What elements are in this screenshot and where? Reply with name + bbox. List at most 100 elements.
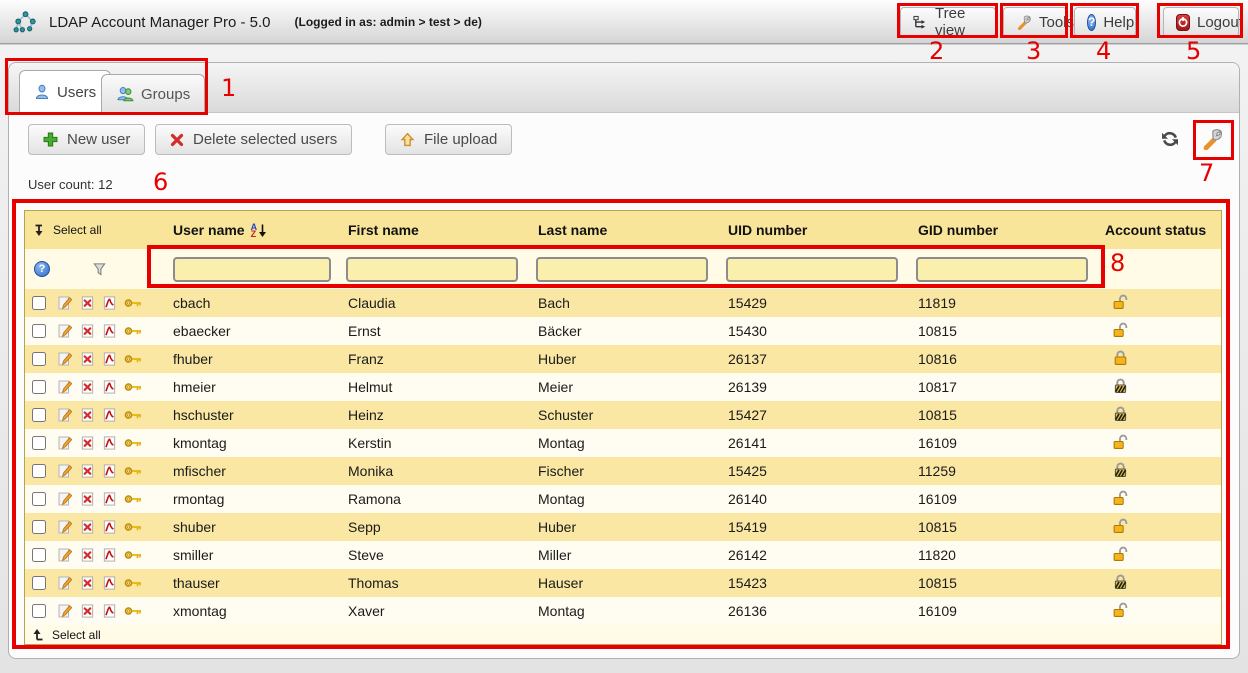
cell-gid-number[interactable]: 10815 xyxy=(916,519,1103,535)
cell-gid-number[interactable]: 11259 xyxy=(916,463,1103,479)
list-settings-wrench-icon[interactable] xyxy=(1201,127,1224,150)
pdf-export-icon[interactable] xyxy=(102,323,117,339)
password-key-icon[interactable] xyxy=(124,297,143,309)
row-checkbox[interactable] xyxy=(32,380,46,394)
edit-user-icon[interactable] xyxy=(57,575,73,591)
cell-user-name[interactable]: rmontag xyxy=(171,491,346,507)
pdf-export-icon[interactable] xyxy=(102,379,117,395)
row-checkbox[interactable] xyxy=(32,604,46,618)
file-upload-button[interactable]: File upload xyxy=(385,124,512,155)
tree-view-button[interactable]: Tree view xyxy=(900,7,996,37)
filter-input-last-name[interactable] xyxy=(536,257,708,282)
tools-button[interactable]: Tools xyxy=(1003,7,1067,37)
pdf-export-icon[interactable] xyxy=(102,435,117,451)
cell-gid-number[interactable]: 11820 xyxy=(916,547,1103,563)
cell-user-name[interactable]: cbach xyxy=(171,295,346,311)
row-checkbox[interactable] xyxy=(32,408,46,422)
cell-first-name[interactable]: Sepp xyxy=(346,519,536,535)
cell-gid-number[interactable]: 16109 xyxy=(916,435,1103,451)
cell-gid-number[interactable]: 10815 xyxy=(916,575,1103,591)
row-checkbox[interactable] xyxy=(32,464,46,478)
pdf-export-icon[interactable] xyxy=(102,575,117,591)
pdf-export-icon[interactable] xyxy=(102,491,117,507)
delete-selected-users-button[interactable]: Delete selected users xyxy=(155,124,352,155)
cell-last-name[interactable]: Bach xyxy=(536,295,726,311)
edit-user-icon[interactable] xyxy=(57,547,73,563)
edit-user-icon[interactable] xyxy=(57,463,73,479)
delete-user-icon[interactable] xyxy=(80,379,95,395)
cell-uid-number[interactable]: 26141 xyxy=(726,435,916,451)
cell-user-name[interactable]: xmontag xyxy=(171,603,346,619)
pdf-export-icon[interactable] xyxy=(102,463,117,479)
edit-user-icon[interactable] xyxy=(57,519,73,535)
cell-uid-number[interactable]: 26139 xyxy=(726,379,916,395)
delete-user-icon[interactable] xyxy=(80,603,95,619)
logout-button[interactable]: Logout xyxy=(1163,7,1239,37)
filter-input-uid-number[interactable] xyxy=(726,257,898,282)
cell-first-name[interactable]: Ramona xyxy=(346,491,536,507)
cell-gid-number[interactable]: 10817 xyxy=(916,379,1103,395)
tab-users[interactable]: Users xyxy=(19,70,111,113)
cell-last-name[interactable]: Meier xyxy=(536,379,726,395)
cell-gid-number[interactable]: 16109 xyxy=(916,603,1103,619)
sort-az-icon[interactable]: AZ xyxy=(251,224,268,238)
pdf-export-icon[interactable] xyxy=(102,547,117,563)
password-key-icon[interactable] xyxy=(124,437,143,449)
filter-funnel-icon[interactable] xyxy=(92,262,107,277)
cell-last-name[interactable]: Montag xyxy=(536,603,726,619)
cell-first-name[interactable]: Heinz xyxy=(346,407,536,423)
cell-uid-number[interactable]: 15419 xyxy=(726,519,916,535)
cell-user-name[interactable]: thauser xyxy=(171,575,346,591)
password-key-icon[interactable] xyxy=(124,521,143,533)
cell-user-name[interactable]: fhuber xyxy=(171,351,346,367)
password-key-icon[interactable] xyxy=(124,577,143,589)
row-checkbox[interactable] xyxy=(32,492,46,506)
filter-input-user-name[interactable] xyxy=(173,257,331,282)
pdf-export-icon[interactable] xyxy=(102,295,117,311)
edit-user-icon[interactable] xyxy=(57,407,73,423)
cell-uid-number[interactable]: 15425 xyxy=(726,463,916,479)
password-key-icon[interactable] xyxy=(124,465,143,477)
row-checkbox[interactable] xyxy=(32,548,46,562)
cell-first-name[interactable]: Helmut xyxy=(346,379,536,395)
cell-last-name[interactable]: Huber xyxy=(536,351,726,367)
filter-help-icon[interactable]: ? xyxy=(34,261,50,277)
delete-user-icon[interactable] xyxy=(80,435,95,451)
column-header-gid-number[interactable]: GID number xyxy=(916,222,1103,238)
cell-first-name[interactable]: Ernst xyxy=(346,323,536,339)
edit-user-icon[interactable] xyxy=(57,351,73,367)
cell-gid-number[interactable]: 11819 xyxy=(916,295,1103,311)
help-button[interactable]: ? Help xyxy=(1074,7,1136,37)
filter-input-gid-number[interactable] xyxy=(916,257,1088,282)
delete-user-icon[interactable] xyxy=(80,491,95,507)
cell-last-name[interactable]: Fischer xyxy=(536,463,726,479)
cell-first-name[interactable]: Monika xyxy=(346,463,536,479)
delete-user-icon[interactable] xyxy=(80,547,95,563)
row-checkbox[interactable] xyxy=(32,576,46,590)
filter-input-first-name[interactable] xyxy=(346,257,518,282)
cell-gid-number[interactable]: 10816 xyxy=(916,351,1103,367)
cell-uid-number[interactable]: 26136 xyxy=(726,603,916,619)
delete-user-icon[interactable] xyxy=(80,323,95,339)
select-all-bottom-button[interactable]: Select all xyxy=(25,625,1221,644)
tab-groups[interactable]: Groups xyxy=(101,74,205,113)
cell-last-name[interactable]: Miller xyxy=(536,547,726,563)
cell-uid-number[interactable]: 15430 xyxy=(726,323,916,339)
row-checkbox[interactable] xyxy=(32,324,46,338)
column-header-first-name[interactable]: First name xyxy=(346,222,536,238)
cell-user-name[interactable]: shuber xyxy=(171,519,346,535)
cell-first-name[interactable]: Thomas xyxy=(346,575,536,591)
cell-gid-number[interactable]: 10815 xyxy=(916,323,1103,339)
password-key-icon[interactable] xyxy=(124,409,143,421)
cell-last-name[interactable]: Huber xyxy=(536,519,726,535)
delete-user-icon[interactable] xyxy=(80,295,95,311)
pdf-export-icon[interactable] xyxy=(102,351,117,367)
password-key-icon[interactable] xyxy=(124,381,143,393)
cell-first-name[interactable]: Claudia xyxy=(346,295,536,311)
cell-gid-number[interactable]: 16109 xyxy=(916,491,1103,507)
cell-last-name[interactable]: Bäcker xyxy=(536,323,726,339)
cell-user-name[interactable]: kmontag xyxy=(171,435,346,451)
cell-uid-number[interactable]: 15423 xyxy=(726,575,916,591)
cell-uid-number[interactable]: 15429 xyxy=(726,295,916,311)
column-header-account-status[interactable]: Account status xyxy=(1103,222,1221,238)
